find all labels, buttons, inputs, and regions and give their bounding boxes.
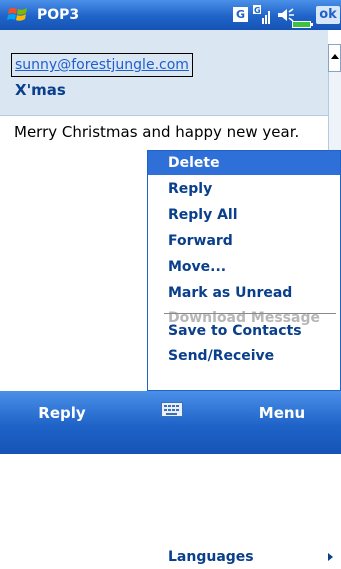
message-subject: X'mas [15,81,66,99]
menu-item-mark-as-unread[interactable]: Mark as Unread [148,281,340,305]
context-menu: Delete Reply Reply All Forward Move... M… [147,150,341,565]
menu-item-languages-label: Languages [168,549,254,565]
scroll-up-arrow-icon[interactable] [328,44,341,72]
menu-item-move[interactable]: Move... [148,255,340,279]
app-title: POP3 [37,7,80,23]
menu-item-reply[interactable]: Reply [148,177,340,201]
menu-separator [164,313,336,314]
title-bar: POP3 G G ok [0,0,341,30]
message-body: Merry Christmas and happy new year. [14,123,300,141]
keyboard-icon[interactable] [161,402,183,417]
signal-strength-icon[interactable]: G [253,5,273,25]
softkey-bar: Reply Menu [0,391,341,454]
menu-item-send-receive[interactable]: Send/Receive [148,344,340,368]
menu-item-save-to-contacts[interactable]: Save to Contacts [148,319,340,343]
svg-text:G: G [254,6,261,15]
menu-softkey[interactable]: Menu [232,404,332,422]
menu-item-delete[interactable]: Delete [148,151,340,175]
submenu-arrow-icon [328,553,333,561]
ok-button[interactable]: ok [316,6,340,24]
gprs-g-icon[interactable]: G [233,7,248,22]
windows-start-icon[interactable] [6,5,30,25]
reply-softkey[interactable]: Reply [12,404,112,422]
sender-address[interactable]: sunny@forestjungle.com [11,53,193,77]
menu-item-forward[interactable]: Forward [148,229,340,253]
menu-item-reply-all[interactable]: Reply All [148,203,340,227]
header-divider [0,115,328,116]
menu-item-languages[interactable]: Languages [148,545,340,569]
battery-icon [292,21,313,28]
